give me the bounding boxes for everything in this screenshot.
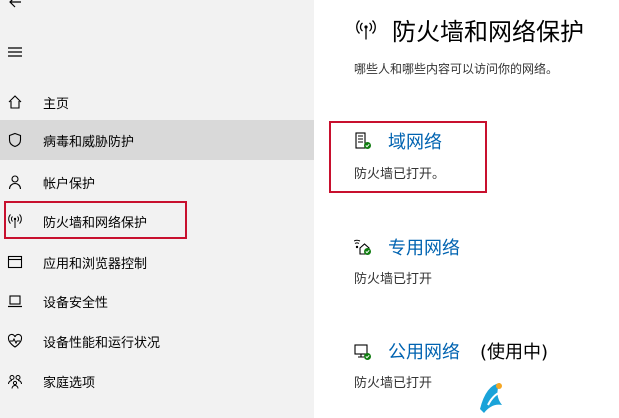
network-title[interactable]: 公用网络 [388, 338, 460, 364]
network-title[interactable]: 专用网络 [388, 234, 460, 260]
sidebar-item-label: 应用和浏览器控制 [43, 256, 148, 272]
sidebar-item-label: 设备安全性 [43, 295, 109, 311]
wifi-antenna-icon [356, 20, 376, 40]
back-arrow-icon[interactable] [7, 0, 23, 10]
main-panel: 防火墙和网络保护 哪些人和哪些内容可以访问你的网络。 域网络 防火墙已打开。 专… [314, 0, 619, 418]
network-status: 防火墙已打开 [354, 376, 433, 391]
page-subtitle: 哪些人和哪些内容可以访问你的网络。 [354, 62, 559, 76]
sidebar-item-family[interactable]: 家庭选项 [0, 361, 314, 401]
sidebar-item-label: 帐户保护 [43, 176, 96, 192]
sidebar-item-device-health[interactable]: 设备性能和运行状况 [0, 321, 314, 361]
public-network-icon [354, 344, 371, 360]
family-icon [8, 375, 22, 389]
sidebar-item-virus-protection[interactable]: 病毒和威胁防护 [0, 120, 314, 160]
private-network-icon [354, 239, 371, 255]
home-icon [8, 95, 22, 109]
sidebar-item-label: 主页 [43, 96, 70, 112]
sidebar-item-device-security[interactable]: 设备安全性 [0, 281, 314, 321]
highlight-box [329, 121, 487, 193]
heart-pulse-icon [7, 333, 23, 348]
sidebar-item-app-browser[interactable]: 应用和浏览器控制 [0, 242, 314, 282]
shield-icon [8, 132, 22, 148]
laptop-icon [8, 295, 22, 308]
sidebar: 主页 病毒和威胁防护 帐户保护 防火墙和网络保护 应用和浏览器控制 设备安全性 … [0, 0, 314, 418]
sidebar-item-label: 设备性能和运行状况 [43, 335, 161, 351]
person-icon [8, 175, 22, 190]
app-window-icon [7, 255, 23, 269]
highlight-box [4, 201, 187, 239]
network-in-use-label: (使用中) [480, 342, 549, 363]
network-status: 防火墙已打开 [354, 272, 433, 287]
sidebar-item-label: 家庭选项 [43, 375, 96, 391]
sidebar-item-home[interactable]: 主页 [0, 82, 314, 122]
sidebar-item-account[interactable]: 帐户保护 [0, 162, 314, 202]
page-title: 防火墙和网络保护 [392, 18, 584, 46]
hamburger-menu-icon[interactable] [7, 46, 23, 58]
watermark-logo [474, 375, 619, 418]
sidebar-item-label: 病毒和威胁防护 [43, 134, 135, 150]
